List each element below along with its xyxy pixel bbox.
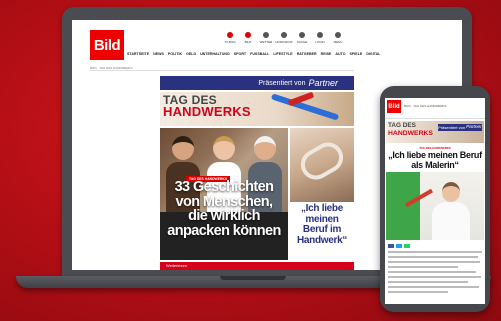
- quote-line: Handwerk“: [296, 234, 348, 246]
- main-teaser[interactable]: TAG DES HANDWERKS 33 Geschichten von Men…: [160, 128, 288, 260]
- header-icon-label: WETTER: [259, 40, 273, 44]
- nav-item-ratgeber[interactable]: RATGEBER: [297, 52, 317, 56]
- nav-item-sport[interactable]: SPORT: [234, 52, 246, 56]
- nav-item-news[interactable]: NEWS: [153, 52, 164, 56]
- mobile-breadcrumb[interactable]: BILD · TAG DES HANDWERKS: [404, 104, 447, 108]
- header-icon-label: SUCHE: [296, 40, 308, 44]
- mobile-headline: „Ich liebe meinen Beruf als Malerin“: [386, 150, 484, 170]
- search-icon[interactable]: SUCHE: [296, 32, 308, 44]
- share-buttons: [388, 244, 410, 248]
- mobile-partner-label: Präsentiert von: [438, 125, 466, 130]
- side-teaser[interactable]: „Ich liebe meinen Beruf im Handwerk“: [290, 128, 354, 260]
- bild-logo-mobile[interactable]: Bild: [387, 100, 401, 113]
- nav-item-digital[interactable]: DIGITAL: [366, 52, 380, 56]
- nav-item-geld[interactable]: GELD: [186, 52, 196, 56]
- partner-label: Präsentiert von: [258, 79, 306, 87]
- login-icon[interactable]: LOGIN: [314, 32, 326, 44]
- quote-line: „Ich liebe: [300, 203, 343, 214]
- horoscope-icon[interactable]: HOROSKOP: [275, 32, 293, 44]
- headline-line: 33 Geschichten: [174, 179, 274, 195]
- tdh-title-line2: HANDWERKS: [163, 104, 251, 119]
- nav-item-unterhaltung[interactable]: UNTERHALTUNG: [200, 52, 230, 56]
- headline-line: von Menschen,: [175, 193, 274, 210]
- site-header: Bild TV-BILD BILD WETTER HOROSKOP SUCHE …: [90, 30, 380, 64]
- article-text-placeholder: [388, 251, 482, 296]
- twitter-icon[interactable]: [396, 244, 402, 248]
- header-icon-label: LOGIN: [315, 40, 325, 44]
- partner-brand: Partner: [308, 78, 338, 88]
- tv-icon[interactable]: TV-BILD: [224, 32, 236, 44]
- header-icon-label: BILD: [244, 40, 252, 44]
- menu-icon[interactable]: MENÜ: [332, 32, 344, 44]
- nav-item-lifestyle[interactable]: LIFESTYLE: [273, 52, 292, 56]
- tag-des-handwerks-banner[interactable]: TAG DES HANDWERKS: [160, 92, 354, 126]
- header-icon-label: TV-BILD: [224, 40, 236, 44]
- mobile-partner-brand: Partner: [466, 125, 482, 130]
- nav-item-reise[interactable]: REISE: [321, 52, 332, 56]
- headline-line: die wirklich: [188, 208, 260, 224]
- mobile-article-photo: [386, 172, 484, 240]
- mobile-tdh-line2: HANDWERKS: [388, 130, 433, 137]
- whatsapp-icon[interactable]: [404, 244, 410, 248]
- nav-item-startseite[interactable]: STARTSEITE: [127, 52, 149, 56]
- nav-item-spiele[interactable]: SPIELE: [350, 52, 363, 56]
- mobile-headline-line: als Malerin“: [411, 159, 459, 170]
- nav-item-auto[interactable]: AUTO: [335, 52, 345, 56]
- facebook-icon[interactable]: [388, 244, 394, 248]
- divider: [385, 118, 485, 119]
- headline-line: anpacken können: [167, 222, 281, 239]
- header-icon-label: HOROSKOP: [275, 40, 293, 44]
- mobile-tdh-line1: TAG DES: [388, 122, 416, 129]
- header-icon-label: MENÜ: [333, 40, 343, 44]
- bottom-teaser-strip[interactable]: Weiterlesen: [160, 262, 354, 270]
- tdh-title: TAG DES HANDWERKS: [163, 94, 251, 119]
- partner-banner[interactable]: Präsentiert von Partner: [160, 76, 354, 90]
- teaser-headline: 33 Geschichten von Menschen, die wirklic…: [160, 180, 288, 238]
- nav-item-politik[interactable]: POLITIK: [168, 52, 182, 56]
- main-nav: STARTSEITE NEWS POLITIK GELD UNTERHALTUN…: [127, 52, 380, 56]
- weather-icon[interactable]: WETTER: [260, 32, 272, 44]
- mobile-partner-badge[interactable]: Präsentiert von Partner: [438, 124, 482, 131]
- header-icons: TV-BILD BILD WETTER HOROSKOP SUCHE LOGIN…: [224, 32, 344, 44]
- laptop-notch: [220, 276, 286, 280]
- bild-logo[interactable]: Bild: [90, 30, 124, 60]
- quote-line: Beruf im: [302, 224, 342, 235]
- divider: [90, 70, 354, 71]
- side-teaser-quote: „Ich liebe meinen Beruf im Handwerk“: [290, 203, 354, 246]
- nav-item-fussball[interactable]: FUSSBALL: [250, 52, 269, 56]
- bildplus-icon[interactable]: BILD: [242, 32, 254, 44]
